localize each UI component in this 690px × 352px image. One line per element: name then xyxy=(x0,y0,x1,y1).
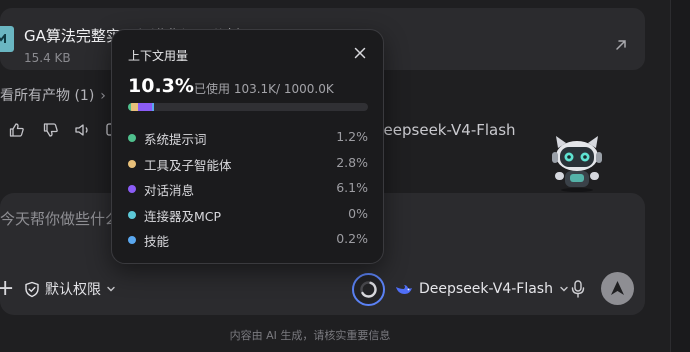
response-model-name: Deepseek-V4-Flash xyxy=(372,121,516,139)
usage-breakdown-row: 对话消息 6.1% xyxy=(128,180,368,206)
send-arrow-icon xyxy=(611,281,624,295)
chevron-down-icon xyxy=(107,286,115,292)
context-usage-button[interactable] xyxy=(352,273,385,306)
popover-title: 上下文用量 xyxy=(128,49,189,63)
usage-breakdown-row: 工具及子智能体 2.8% xyxy=(128,155,368,181)
usage-category-label: 连接器及MCP xyxy=(144,208,222,224)
file-icon xyxy=(0,26,14,52)
legend-dot-icon xyxy=(128,236,136,245)
usage-category-label: 技能 xyxy=(144,234,170,250)
usage-breakdown-row: 连接器及MCP 0% xyxy=(128,206,368,232)
usage-bar-segment xyxy=(130,103,138,111)
legend-dot-icon xyxy=(128,185,136,194)
usage-category-label: 对话消息 xyxy=(144,183,195,199)
right-panel-edge xyxy=(671,0,690,352)
legend-dot-icon xyxy=(128,159,136,168)
usage-percent: 10.3% xyxy=(128,75,194,97)
shield-check-icon xyxy=(25,281,39,297)
products-label: 看所有产物 (1) xyxy=(0,88,95,104)
usage-breakdown-list: 系统提示词 1.2% 工具及子智能体 2.8% 对话消息 6.1% 连接器及MCP 0% 技能 0… xyxy=(128,129,368,257)
usage-category-value: 1.2% xyxy=(336,129,368,144)
permissions-button[interactable]: 默认权限 xyxy=(24,279,116,299)
context-usage-popover: 上下文用量 10.3% 已使用 103.1K/ 1000.0K 系统提示词 1.2… xyxy=(111,29,384,264)
usage-bar-segment xyxy=(137,103,153,111)
usage-bar xyxy=(128,103,368,111)
usage-category-value: 6.1% xyxy=(336,180,368,196)
legend-dot-icon xyxy=(128,134,136,142)
open-external-icon[interactable] xyxy=(614,38,628,52)
plus-icon[interactable]: + xyxy=(0,278,14,300)
file-size: 15.4 KB xyxy=(24,51,71,65)
usage-category-value: 0% xyxy=(348,205,368,221)
model-selector[interactable]: Deepseek-V4-Flash xyxy=(395,279,569,299)
usage-category-value: 0.2% xyxy=(336,231,368,247)
chevron-down-icon xyxy=(560,286,568,292)
usage-category-label: 系统提示词 xyxy=(144,132,207,147)
send-button[interactable] xyxy=(601,272,634,305)
legend-dot-icon xyxy=(128,210,136,219)
chevron-right-icon: › xyxy=(100,88,106,104)
usage-breakdown-row: 系统提示词 1.2% xyxy=(128,129,368,155)
permissions-label: 默认权限 xyxy=(45,282,101,298)
model-selector-label: Deepseek-V4-Flash xyxy=(419,281,553,297)
like-icon[interactable] xyxy=(8,121,26,139)
close-icon[interactable] xyxy=(353,46,367,60)
speaker-icon[interactable] xyxy=(74,121,92,139)
robot-mascot xyxy=(552,136,602,192)
usage-breakdown-row: 技能 0.2% xyxy=(128,231,368,257)
all-products-link[interactable]: 看所有产物 (1) › xyxy=(0,85,106,105)
usage-amount: 已使用 103.1K/ 1000.0K xyxy=(194,82,334,96)
dislike-icon[interactable] xyxy=(42,121,60,139)
usage-category-label: 工具及子智能体 xyxy=(144,157,232,173)
ai-disclaimer: 内容由 AI 生成，请核实重要信息 xyxy=(229,329,391,342)
whale-icon xyxy=(396,285,412,294)
context-ring-icon xyxy=(360,281,377,298)
usage-category-value: 2.8% xyxy=(336,154,368,170)
composer-input[interactable]: 今天帮你做些什么? xyxy=(0,208,128,229)
usage-bar-segment xyxy=(152,103,155,111)
microphone-icon[interactable] xyxy=(569,279,587,299)
